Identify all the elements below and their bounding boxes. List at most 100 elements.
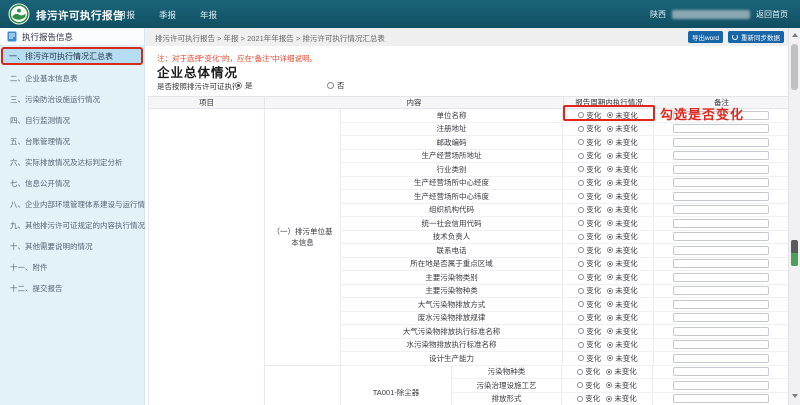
sidebar-menu-item[interactable]: 四、自行监测情况	[0, 110, 145, 131]
remark-input[interactable]	[673, 259, 769, 268]
remark-input[interactable]	[673, 192, 769, 201]
home-link[interactable]: 返回首页	[756, 9, 788, 20]
app-title: 排污许可执行报告	[36, 8, 124, 23]
top-nav-item[interactable]: 年报	[200, 9, 217, 21]
radio-changed-label: 变化	[586, 258, 601, 269]
remark-input[interactable]	[673, 246, 769, 255]
radio-changed[interactable]: 变化	[578, 312, 601, 323]
sidebar-menu-item[interactable]: 十一、附件	[0, 257, 145, 278]
sidebar-menu-item[interactable]: 七、信息公开情况	[0, 173, 145, 194]
remark-input[interactable]	[673, 138, 769, 147]
radio-unchanged[interactable]: 未变化	[607, 299, 638, 310]
remark-input[interactable]	[673, 286, 769, 295]
remark-input[interactable]	[673, 273, 769, 282]
radio-changed[interactable]: 变化	[577, 366, 600, 377]
remark-input[interactable]	[673, 354, 769, 363]
radio-changed[interactable]: 变化	[578, 272, 601, 283]
radio-unchanged-circle-icon	[607, 274, 613, 280]
radio-changed[interactable]: 变化	[578, 177, 601, 188]
radio-unchanged[interactable]: 未变化	[606, 393, 637, 404]
radio-yes[interactable]: 是	[235, 80, 253, 91]
radio-changed[interactable]: 变化	[578, 137, 601, 148]
radio-unchanged-label: 未变化	[615, 231, 638, 242]
sidebar-menu-item[interactable]: 三、污染防治设施运行情况	[0, 89, 145, 110]
radio-unchanged[interactable]: 未变化	[607, 245, 638, 256]
sidebar-menu-item[interactable]: 二、企业基本信息表	[0, 68, 145, 89]
radio-changed[interactable]: 变化	[577, 380, 600, 391]
radio-changed[interactable]: 变化	[578, 353, 601, 364]
radio-changed[interactable]: 变化	[578, 191, 601, 202]
table-row: 技术负责人 变化 未变化	[341, 231, 788, 245]
radio-changed[interactable]: 变化	[578, 123, 601, 134]
remark-input[interactable]	[673, 340, 769, 349]
radio-unchanged[interactable]: 未变化	[607, 285, 638, 296]
radio-unchanged[interactable]: 未变化	[607, 150, 638, 161]
sidebar-menu-item[interactable]: 六、实际排放情况及达标判定分析	[0, 152, 145, 173]
radio-unchanged[interactable]: 未变化	[607, 110, 638, 121]
remark-input[interactable]	[673, 300, 769, 309]
remark-input[interactable]	[673, 205, 769, 214]
scroll-down-arrow-icon[interactable]	[792, 394, 798, 398]
export-word-button[interactable]: 导出word	[688, 31, 723, 43]
radio-changed[interactable]: 变化	[578, 245, 601, 256]
remark-input[interactable]	[673, 394, 769, 403]
remark-input[interactable]	[673, 124, 769, 133]
radio-unchanged[interactable]: 未变化	[607, 353, 638, 364]
radio-changed[interactable]: 变化	[578, 164, 601, 175]
sidebar-menu-item[interactable]: 八、企业内部环境管理体系建设与运行情况	[0, 194, 145, 215]
sidebar-report-info[interactable]: 执行报告信息	[0, 28, 144, 46]
scroll-up-arrow-icon[interactable]	[792, 33, 798, 37]
radio-unchanged[interactable]: 未变化	[607, 272, 638, 283]
breadcrumb[interactable]: 排污许可执行报告 > 年报 > 2021年年报告 > 排污许可执行情况汇总表	[155, 33, 385, 44]
remark-input[interactable]	[673, 313, 769, 322]
radio-unchanged[interactable]: 未变化	[607, 164, 638, 175]
top-nav-item[interactable]: 季报	[159, 9, 176, 21]
sidebar-menu-item[interactable]: 十、其他需要说明的情况	[0, 236, 145, 257]
radio-changed[interactable]: 变化	[578, 258, 601, 269]
radio-unchanged[interactable]: 未变化	[607, 137, 638, 148]
remark-input[interactable]	[673, 232, 769, 241]
remark-input[interactable]	[673, 327, 769, 336]
radio-unchanged[interactable]: 未变化	[607, 204, 638, 215]
radio-changed[interactable]: 变化	[578, 299, 601, 310]
row-item-label: 大气污染物排放执行标准名称	[341, 325, 563, 338]
radio-changed[interactable]: 变化	[578, 204, 601, 215]
radio-changed[interactable]: 变化	[577, 393, 600, 404]
radio-changed[interactable]: 变化	[578, 339, 601, 350]
radio-no[interactable]: 否	[327, 80, 345, 91]
sidebar-menu-item[interactable]: 五、台账管理情况	[0, 131, 145, 152]
radio-unchanged[interactable]: 未变化	[607, 339, 638, 350]
radio-changed[interactable]: 变化	[578, 150, 601, 161]
scrollbar-thumb[interactable]	[791, 44, 798, 90]
sidebar-menu-item[interactable]: 十二、提交报告	[0, 278, 145, 299]
radio-unchanged[interactable]: 未变化	[607, 218, 638, 229]
resync-data-button[interactable]: 重新同步数据	[728, 31, 784, 43]
radio-unchanged[interactable]: 未变化	[607, 231, 638, 242]
remark-input[interactable]	[673, 178, 769, 187]
remark-input[interactable]	[673, 367, 769, 376]
radio-unchanged[interactable]: 未变化	[606, 380, 637, 391]
radio-changed[interactable]: 变化	[578, 231, 601, 242]
radio-unchanged[interactable]: 未变化	[607, 123, 638, 134]
remark-input[interactable]	[673, 219, 769, 228]
sidebar: 执行报告信息 一、排污许可执行情况汇总表 二、企业基本信息表 三、污染防治设施运…	[0, 28, 145, 405]
radio-unchanged[interactable]: 未变化	[607, 312, 638, 323]
radio-changed[interactable]: 变化	[578, 285, 601, 296]
radio-changed[interactable]: 变化	[578, 218, 601, 229]
radio-unchanged[interactable]: 未变化	[607, 258, 638, 269]
table-row: 水污染物排放执行标准名称 变化 未变化	[341, 339, 788, 353]
sidebar-item-summary-selected[interactable]: 一、排污许可执行情况汇总表	[1, 47, 143, 65]
radio-unchanged[interactable]: 未变化	[606, 366, 637, 377]
radio-changed[interactable]: 变化	[578, 110, 601, 121]
remark-input[interactable]	[673, 151, 769, 160]
radio-unchanged[interactable]: 未变化	[607, 191, 638, 202]
radio-changed[interactable]: 变化	[578, 326, 601, 337]
remark-input[interactable]	[673, 165, 769, 174]
remark-input[interactable]	[673, 381, 769, 390]
radio-unchanged[interactable]: 未变化	[607, 326, 638, 337]
sidebar-menu-item[interactable]: 九、其他排污许可证规定的内容执行情况	[0, 215, 145, 236]
radio-unchanged-label: 未变化	[615, 137, 638, 148]
radio-unchanged[interactable]: 未变化	[607, 177, 638, 188]
resync-label: 重新同步数据	[741, 32, 780, 42]
top-nav-item[interactable]: 月报	[118, 9, 135, 21]
